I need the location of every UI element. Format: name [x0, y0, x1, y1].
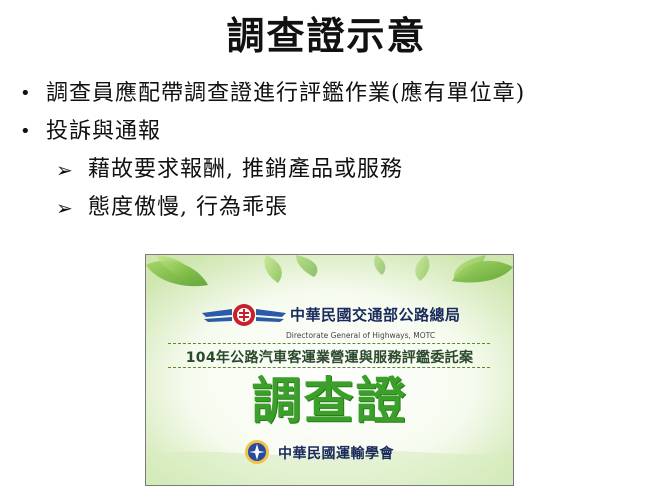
bullet-item: • 投訴與通報: [20, 116, 645, 154]
agency-name-english: Directorate General of Highways, MOTC: [286, 331, 436, 340]
sub-bullet-text: 態度傲慢, 行為乖張: [88, 195, 288, 220]
arrow-bullet-icon: ➢: [56, 196, 74, 220]
bullet-dot-icon: •: [20, 83, 32, 104]
bullet-item: • 調查員應配帶調查證進行評鑑作業(應有單位章): [20, 78, 645, 116]
slide: 調查證示意 • 調查員應配帶調查證進行評鑑作業(應有單位章) • 投訴與通報 ➢…: [0, 0, 653, 491]
organization-footer: 中華民國運輸學會: [244, 439, 464, 465]
transport-society-logo-icon: [245, 440, 269, 464]
agency-header: 中華民國交通部公路總局: [202, 303, 502, 329]
project-title: 104年公路汽車客運業營運與服務評鑑委託案: [185, 350, 474, 366]
bullet-list: • 調查員應配帶調查證進行評鑑作業(應有單位章) • 投訴與通報 ➢ 藉故要求報…: [20, 78, 645, 230]
divider: [168, 343, 490, 344]
bullet-dot-icon: •: [20, 121, 32, 142]
arrow-bullet-icon: ➢: [56, 158, 74, 182]
agency-name: 中華民國交通部公路總局: [290, 306, 461, 324]
certificate-image: 中華民國交通部公路總局 Directorate General of Highw…: [145, 254, 514, 486]
sub-bullet-text: 藉故要求報酬, 推銷產品或服務: [88, 157, 403, 182]
bullet-text: 投訴與通報: [46, 119, 162, 144]
slide-title: 調查證示意: [226, 13, 427, 58]
certificate-heading: 調查證: [251, 372, 408, 430]
bullet-text: 調查員應配帶調查證進行評鑑作業(應有單位章): [46, 81, 526, 106]
highway-agency-logo-icon: [202, 304, 286, 326]
organization-name: 中華民國運輸學會: [278, 446, 394, 462]
sub-bullet-item: ➢ 藉故要求報酬, 推銷產品或服務: [56, 154, 645, 192]
sub-bullet-item: ➢ 態度傲慢, 行為乖張: [56, 192, 645, 230]
